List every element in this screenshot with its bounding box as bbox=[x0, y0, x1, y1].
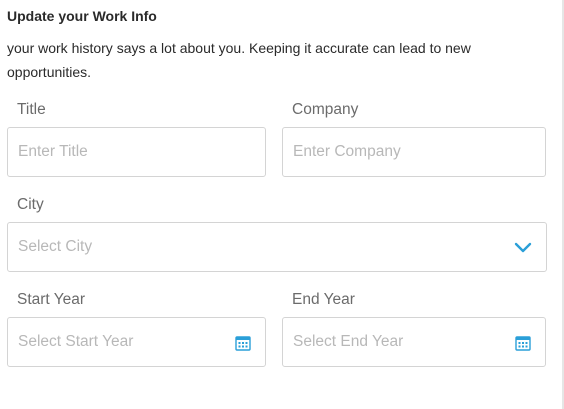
calendar-icon[interactable] bbox=[235, 335, 251, 351]
chevron-down-icon[interactable] bbox=[514, 240, 532, 254]
end-year-placeholder: Select End Year bbox=[293, 333, 404, 350]
company-field-wrapper bbox=[282, 127, 546, 177]
city-label: City bbox=[17, 196, 44, 213]
city-select-placeholder: Select City bbox=[18, 238, 93, 255]
dialog-description: your work history says a lot about you. … bbox=[7, 40, 471, 80]
start-year-select[interactable]: Select Start Year bbox=[7, 317, 266, 367]
city-select[interactable]: Select City bbox=[7, 222, 547, 272]
dialog-title: Update your Work Info bbox=[7, 8, 157, 24]
start-year-label: Start Year bbox=[17, 291, 86, 308]
start-year-placeholder: Select Start Year bbox=[18, 333, 134, 350]
title-input[interactable] bbox=[8, 128, 265, 176]
title-field-wrapper bbox=[7, 127, 266, 177]
company-input[interactable] bbox=[283, 128, 545, 176]
company-label: Company bbox=[292, 101, 359, 118]
calendar-icon[interactable] bbox=[515, 335, 531, 351]
title-label: Title bbox=[17, 101, 46, 118]
end-year-label: End Year bbox=[292, 291, 355, 308]
end-year-select[interactable]: Select End Year bbox=[282, 317, 546, 367]
